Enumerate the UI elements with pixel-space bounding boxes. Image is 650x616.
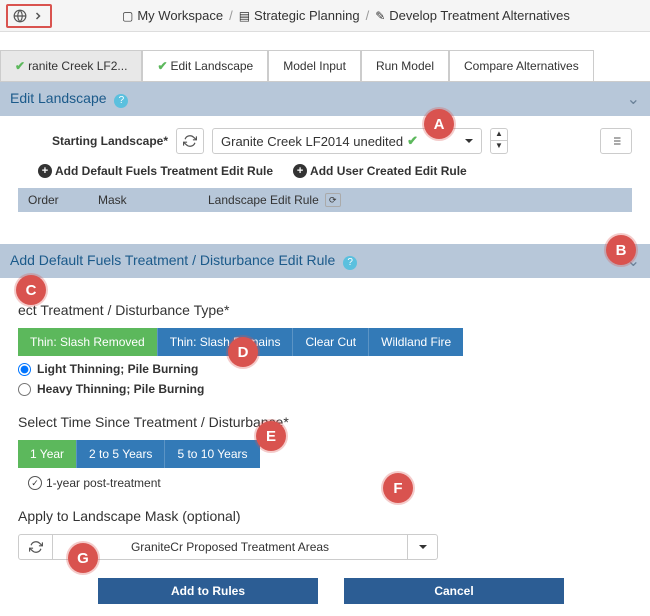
callout-marker-c: C [16,275,46,305]
breadcrumb-label: Develop Treatment Alternatives [389,8,570,23]
treatment-clear-cut[interactable]: Clear Cut [292,328,368,356]
btn-label: Clear Cut [305,335,356,349]
add-user-rule-link[interactable]: +Add User Created Edit Rule [293,164,467,178]
apply-mask-title: Apply to Landscape Mask (optional) [18,508,632,524]
info-text: 1-year post-treatment [46,476,161,490]
chevron-down-icon[interactable]: ⌄ [627,89,640,109]
tab-label: Model Input [283,59,346,73]
callout-marker-a: A [424,109,454,139]
check-circle-icon: ✓ [28,476,42,490]
panel-title: Add Default Fuels Treatment / Disturbanc… [10,252,335,268]
folder-icon: ▢ [122,9,133,23]
breadcrumb-label: Strategic Planning [254,8,360,23]
btn-label: 5 to 10 Years [177,447,247,461]
column-order: Order [28,193,78,207]
callout-marker-f: F [383,473,413,503]
list-button[interactable] [600,128,632,154]
plus-icon: + [293,164,307,178]
globe-icon[interactable] [12,8,28,24]
select-time-title: Select Time Since Treatment / Disturbanc… [18,414,632,430]
callout-marker-g: G [68,543,98,573]
chevron-down-icon[interactable]: ▼ [491,141,507,153]
btn-label: Cancel [434,584,473,598]
tab-model-input[interactable]: Model Input [268,50,361,81]
check-icon: ✔ [157,59,167,73]
time-2-5-years[interactable]: 2 to 5 Years [76,440,164,468]
cancel-button[interactable]: Cancel [344,578,564,604]
btn-label: Wildland Fire [381,335,451,349]
panel-header-edit-landscape[interactable]: Edit Landscape ? ⌄ [0,82,650,116]
panel-body-edit-landscape: Starting Landscape* Granite Creek LF2014… [0,116,650,224]
breadcrumb: ▢ My Workspace / ▤ Strategic Planning / … [122,8,570,23]
tab-label: ranite Creek LF2... [28,59,127,73]
select-treatment-type-title: ect Treatment / Disturbance Type* [18,302,632,318]
breadcrumb-item-planning[interactable]: ▤ Strategic Planning [239,8,360,23]
treatment-wildland-fire[interactable]: Wildland Fire [368,328,463,356]
refresh-button[interactable] [176,128,204,154]
column-mask: Mask [98,193,188,207]
document-icon: ▤ [239,9,250,23]
panel-title: Edit Landscape [10,90,107,106]
add-default-rule-link[interactable]: +Add Default Fuels Treatment Edit Rule [38,164,273,178]
radio-heavy-thinning[interactable] [18,383,31,396]
btn-label: Add to Rules [171,584,245,598]
time-since-group: 1 Year 2 to 5 Years 5 to 10 Years [18,440,632,468]
top-bar: ▢ My Workspace / ▤ Strategic Planning / … [0,0,650,32]
btn-label: Thin: Slash Remains [170,335,281,349]
check-icon: ✔ [407,133,418,149]
refresh-button[interactable] [19,535,53,559]
tab-label: Compare Alternatives [464,59,579,73]
add-to-rules-button[interactable]: Add to Rules [98,578,318,604]
rules-table-header: Order Mask Landscape Edit Rule ⟳ [18,188,632,212]
breadcrumb-separator: / [229,8,233,23]
starting-landscape-label: Starting Landscape* [18,134,168,148]
plus-icon: + [38,164,52,178]
btn-label: Thin: Slash Removed [30,335,145,349]
radio-label: Light Thinning; Pile Burning [37,362,198,376]
tab-bar: ✔ranite Creek LF2... ✔Edit Landscape Mod… [0,50,650,82]
breadcrumb-label: My Workspace [137,8,223,23]
dropdown-value: GraniteCr Proposed Treatment Areas [53,535,407,559]
btn-label: 1 Year [30,447,64,461]
time-5-10-years[interactable]: 5 to 10 Years [164,440,259,468]
caret-down-icon[interactable] [407,535,437,559]
help-icon[interactable]: ? [114,94,128,108]
breadcrumb-separator: / [366,8,370,23]
refresh-icon[interactable]: ⟳ [325,193,341,207]
tab-landscape-file[interactable]: ✔ranite Creek LF2... [0,50,142,81]
breadcrumb-item-develop[interactable]: ✎ Develop Treatment Alternatives [375,8,570,23]
tab-run-model[interactable]: Run Model [361,50,449,81]
tab-label: Edit Landscape [171,59,254,73]
time-1-year[interactable]: 1 Year [18,440,76,468]
treatment-type-group: Thin: Slash Removed Thin: Slash Remains … [18,328,632,356]
check-icon: ✔ [15,59,25,73]
link-label: Add User Created Edit Rule [310,164,467,178]
breadcrumb-item-workspace[interactable]: ▢ My Workspace [122,8,223,23]
stepper-control[interactable]: ▲▼ [490,128,508,154]
caret-down-icon [465,139,473,143]
btn-label: 2 to 5 Years [89,447,152,461]
chevron-up-icon[interactable]: ▲ [491,129,507,141]
time-info: ✓ 1-year post-treatment [28,476,632,490]
chevron-right-icon[interactable] [30,8,46,24]
tab-label: Run Model [376,59,434,73]
callout-marker-b: B [606,235,636,265]
nav-highlight-box [6,4,52,28]
column-rule: Landscape Edit Rule [208,193,319,207]
callout-marker-d: D [228,337,258,367]
panel-body-add-rule: ect Treatment / Disturbance Type* Thin: … [0,278,650,616]
tab-compare[interactable]: Compare Alternatives [449,50,594,81]
panel-header-add-rule[interactable]: Add Default Fuels Treatment / Disturbanc… [0,244,650,278]
radio-light-thinning[interactable] [18,363,31,376]
tab-edit-landscape[interactable]: ✔ Edit Landscape [142,50,268,81]
treatment-thin-slash-remains[interactable]: Thin: Slash Remains [157,328,293,356]
callout-marker-e: E [256,421,286,451]
help-icon[interactable]: ? [343,256,357,270]
link-label: Add Default Fuels Treatment Edit Rule [55,164,273,178]
radio-label: Heavy Thinning; Pile Burning [37,382,204,396]
pencil-icon: ✎ [375,9,385,23]
dropdown-value: Granite Creek LF2014 unedited [221,134,403,149]
treatment-thin-slash-removed[interactable]: Thin: Slash Removed [18,328,157,356]
